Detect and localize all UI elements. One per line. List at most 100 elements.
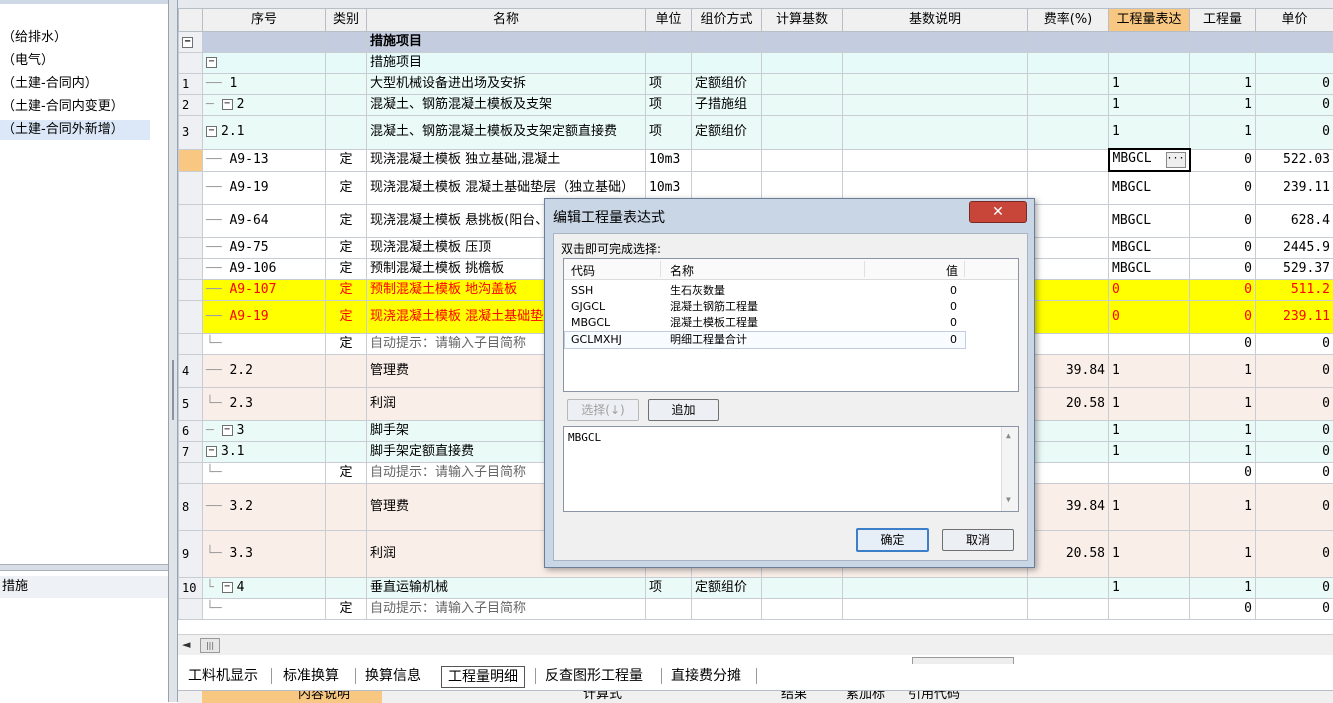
- col-header-qty[interactable]: 工程量: [1190, 9, 1256, 32]
- row-number[interactable]: 6: [179, 421, 203, 442]
- name-cell[interactable]: 混凝土、钢筋混凝土模板及支架: [367, 95, 646, 116]
- rate-cell[interactable]: 39.84: [1028, 355, 1109, 388]
- row-number[interactable]: 2: [179, 95, 203, 116]
- col-header-rate[interactable]: 费率(%): [1028, 9, 1109, 32]
- category-cell[interactable]: 定: [326, 334, 367, 355]
- price-cell[interactable]: 2445.9: [1256, 238, 1333, 259]
- expr-cell[interactable]: 1: [1109, 578, 1190, 599]
- measures-item[interactable]: 措施: [0, 576, 168, 598]
- detail-col-formula[interactable]: 计算式: [583, 690, 622, 703]
- category-cell[interactable]: 定: [326, 301, 367, 334]
- table-row[interactable]: 2 ─ −2 混凝土、钢筋混凝土模板及支架 项 子措施组 1 1 0: [179, 95, 1333, 116]
- row-number[interactable]: 10: [179, 578, 203, 599]
- price-cell[interactable]: 0: [1256, 355, 1333, 388]
- table-row[interactable]: └─ 定 自动提示：请输入子目简称 0 0: [179, 599, 1333, 620]
- scroll-thumb[interactable]: |||: [200, 638, 220, 653]
- seq-cell[interactable]: ─ −3: [203, 421, 326, 442]
- expression-textarea[interactable]: MBGCL ▲ ▼: [563, 426, 1019, 512]
- table-row[interactable]: 1 ── 1 大型机械设备进出场及安拆 项 定额组价 1 1 0: [179, 74, 1333, 95]
- expr-cell[interactable]: 1: [1109, 355, 1190, 388]
- qty-cell[interactable]: 1: [1190, 116, 1256, 150]
- col-header-base-desc[interactable]: 基数说明: [843, 9, 1028, 32]
- scroll-down-icon[interactable]: ▼: [1006, 495, 1011, 504]
- detail-col-accumulate[interactable]: 累加标: [846, 690, 885, 703]
- name-cell[interactable]: 混凝土、钢筋混凝土模板及支架定额直接费: [367, 116, 646, 150]
- seq-cell[interactable]: ── A9-19: [203, 301, 326, 334]
- row-number[interactable]: [179, 259, 203, 280]
- category-cell[interactable]: 定: [326, 171, 367, 205]
- row-number[interactable]: 1: [179, 74, 203, 95]
- seq-cell[interactable]: ─ −2: [203, 95, 326, 116]
- category-cell[interactable]: [326, 53, 367, 74]
- unit-cell[interactable]: 10m3: [646, 149, 692, 171]
- name-cell[interactable]: 大型机械设备进出场及安拆: [367, 74, 646, 95]
- seq-cell[interactable]: ── A9-13: [203, 149, 326, 171]
- collapse-toggle-icon[interactable]: −: [206, 57, 217, 68]
- table-row[interactable]: − 措施项目: [179, 32, 1333, 53]
- qty-cell[interactable]: 0: [1190, 149, 1256, 171]
- category-cell[interactable]: 定: [326, 149, 367, 171]
- collapse-toggle-icon[interactable]: −: [206, 126, 217, 137]
- price-cell[interactable]: 0: [1256, 578, 1333, 599]
- seq-cell[interactable]: ── A9-75: [203, 238, 326, 259]
- cancel-button[interactable]: 取消: [942, 529, 1014, 551]
- rate-cell[interactable]: 39.84: [1028, 484, 1109, 531]
- vertical-splitter[interactable]: [169, 0, 178, 702]
- seq-cell[interactable]: −: [203, 53, 326, 74]
- seq-cell[interactable]: └─ 3.3: [203, 531, 326, 578]
- collapse-toggle-icon[interactable]: −: [182, 37, 193, 48]
- qty-cell[interactable]: 1: [1190, 74, 1256, 95]
- scroll-up-icon[interactable]: ▲: [1006, 431, 1011, 440]
- list-col-value[interactable]: 值: [946, 262, 958, 279]
- expr-cell[interactable]: 1: [1109, 74, 1190, 95]
- detail-col-ref-code[interactable]: 引用代码: [908, 690, 960, 703]
- category-cell[interactable]: 定: [326, 205, 367, 238]
- expr-cell-editing[interactable]: MBGCL···: [1109, 149, 1190, 171]
- seq-cell[interactable]: ── 1: [203, 74, 326, 95]
- price-cell[interactable]: 511.2: [1256, 280, 1333, 301]
- list-col-code[interactable]: 代码: [571, 262, 595, 279]
- col-header-unit[interactable]: 单位: [646, 9, 692, 32]
- seq-cell[interactable]: ── A9-106: [203, 259, 326, 280]
- horizontal-scrollbar[interactable]: ◄ |||: [178, 634, 1333, 655]
- col-header-calc-base[interactable]: 计算基数: [762, 9, 843, 32]
- price-cell[interactable]: 522.03: [1256, 149, 1333, 171]
- col-header-seq[interactable]: 序号: [203, 9, 326, 32]
- price-cell[interactable]: 0: [1256, 388, 1333, 421]
- price-cell[interactable]: 529.37: [1256, 259, 1333, 280]
- price-cell[interactable]: [1256, 32, 1333, 53]
- qty-cell[interactable]: 0: [1190, 334, 1256, 355]
- category-cell[interactable]: [326, 32, 367, 53]
- qty-cell[interactable]: 0: [1190, 301, 1256, 334]
- expr-cell[interactable]: 0: [1109, 301, 1190, 334]
- expression-scrollbar[interactable]: ▲ ▼: [1001, 427, 1018, 511]
- seq-cell[interactable]: ── 3.2: [203, 484, 326, 531]
- expr-cell[interactable]: MBGCL: [1109, 238, 1190, 259]
- unit-cell[interactable]: 项: [646, 74, 692, 95]
- seq-cell[interactable]: ── A9-19: [203, 171, 326, 205]
- row-number[interactable]: 5: [179, 388, 203, 421]
- ellipsis-button[interactable]: ···: [1166, 152, 1186, 168]
- col-header-name[interactable]: 名称: [367, 9, 646, 32]
- tab-standard-conversion[interactable]: 标准换算: [277, 666, 345, 686]
- name-cell[interactable]: 措施项目: [367, 53, 646, 74]
- detail-col-result[interactable]: 结果: [781, 690, 807, 703]
- left-panel-splitter[interactable]: [0, 564, 168, 571]
- rate-cell[interactable]: [1028, 32, 1109, 53]
- expr-cell[interactable]: 1: [1109, 388, 1190, 421]
- tree-item-civil-contract[interactable]: （土建-合同内）: [0, 74, 98, 94]
- row-number[interactable]: [179, 301, 203, 334]
- qty-cell[interactable]: 1: [1190, 421, 1256, 442]
- collapse-toggle-icon[interactable]: −: [222, 582, 233, 593]
- qty-cell[interactable]: 1: [1190, 95, 1256, 116]
- price-cell[interactable]: 0: [1256, 484, 1333, 531]
- list-col-name[interactable]: 名称: [670, 262, 694, 279]
- base-desc-cell[interactable]: [843, 32, 1028, 53]
- method-cell[interactable]: [692, 32, 762, 53]
- price-cell[interactable]: 0: [1256, 442, 1333, 463]
- row-number[interactable]: [179, 238, 203, 259]
- append-button[interactable]: 追加: [648, 399, 719, 421]
- row-number[interactable]: [179, 205, 203, 238]
- row-number[interactable]: [179, 171, 203, 205]
- list-item[interactable]: MBGCL混凝土模板工程量0: [564, 315, 964, 331]
